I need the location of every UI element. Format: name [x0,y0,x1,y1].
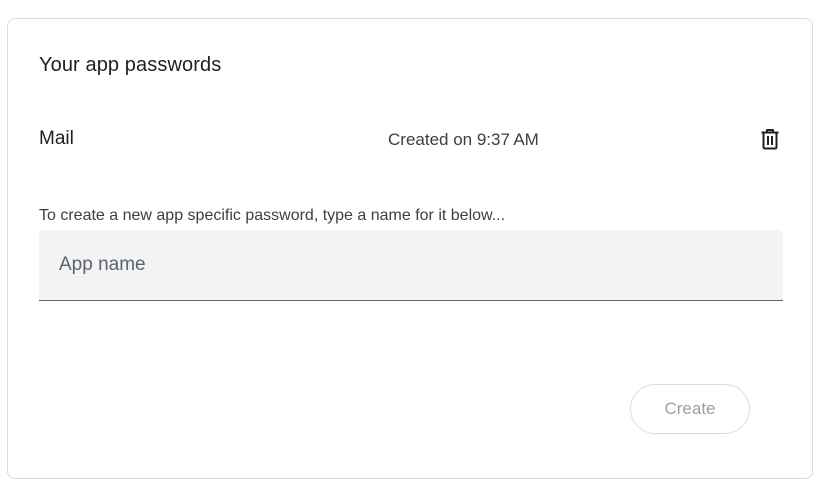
section-title: Your app passwords [39,54,222,76]
delete-app-password-button[interactable] [754,123,786,155]
create-button[interactable]: Create [630,384,750,434]
app-name-input[interactable] [39,230,783,300]
create-password-helper-text: To create a new app specific password, t… [39,207,506,224]
app-password-name: Mail [39,128,74,149]
app-passwords-card: Your app passwords Mail Created on 9:37 … [7,18,813,479]
trash-icon [761,129,779,150]
app-name-field[interactable] [39,230,783,301]
app-password-created-time: Created on 9:37 AM [388,130,539,149]
app-password-row: Mail Created on 9:37 AM [39,123,786,155]
